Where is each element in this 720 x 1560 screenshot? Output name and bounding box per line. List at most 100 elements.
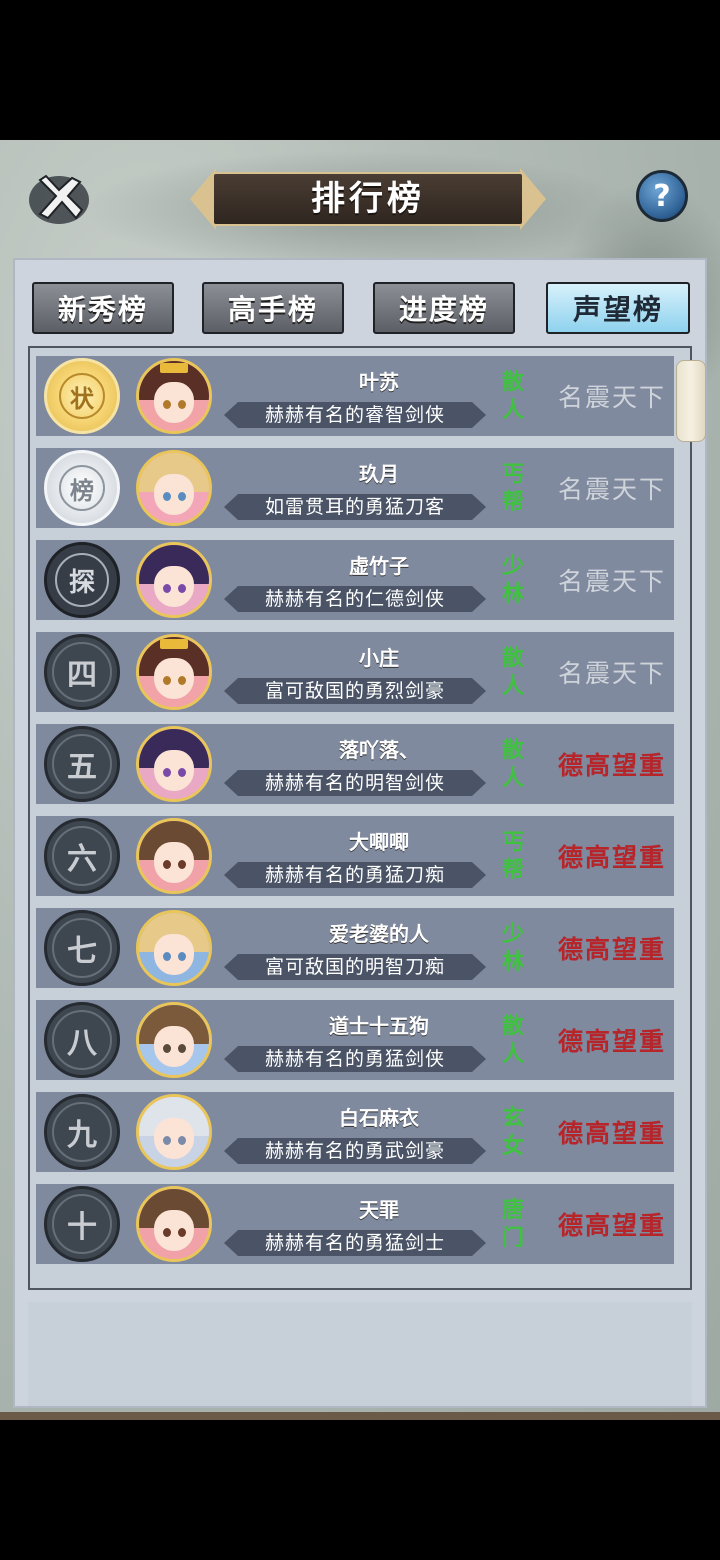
- player-name: 天罪: [359, 1198, 399, 1222]
- player-name: 虚竹子: [349, 554, 409, 578]
- player-title: 赫赫有名的勇武剑豪: [264, 1140, 445, 1162]
- tab-newcomer[interactable]: 新秀榜: [32, 282, 174, 334]
- player-name: 大唧唧: [349, 830, 409, 854]
- close-button[interactable]: [26, 170, 92, 226]
- reputation-level: 德高望重: [557, 1119, 666, 1148]
- avatar-face: [154, 1210, 194, 1251]
- leaderboard-row[interactable]: 六 大唧唧 赫赫有名的勇猛刀痴 丐帮 德高望重: [36, 816, 674, 896]
- avatar[interactable]: [136, 634, 212, 710]
- leaderboard-row[interactable]: 四 小庄 富可敌国的勇烈剑豪 散人 名震天下: [36, 632, 674, 712]
- avatar[interactable]: [136, 1094, 212, 1170]
- avatar[interactable]: [136, 1002, 212, 1078]
- avatar[interactable]: [136, 818, 212, 894]
- avatar-eye: [162, 952, 171, 962]
- player-title-bar: 赫赫有名的勇武剑豪: [224, 1138, 486, 1164]
- rank-badge: 四: [44, 634, 120, 710]
- tab-master[interactable]: 高手榜: [202, 282, 344, 334]
- bottom-edge: [0, 1412, 720, 1420]
- avatar[interactable]: [136, 910, 212, 986]
- page-title-banner: 排行榜: [190, 168, 546, 230]
- reputation-level: 名震天下: [557, 383, 666, 412]
- rank-badge: 探: [44, 542, 120, 618]
- player-sect: 丐帮: [501, 461, 524, 515]
- player-name: 玖月: [359, 462, 399, 486]
- player-title: 赫赫有名的明智剑侠: [264, 772, 445, 794]
- avatar-eye: [162, 676, 171, 686]
- scrollbar-thumb[interactable]: [676, 360, 706, 442]
- avatar-face: [154, 474, 194, 515]
- reputation-level: 德高望重: [557, 751, 666, 780]
- avatar-eye: [162, 1228, 171, 1238]
- player-name: 小庄: [359, 646, 399, 670]
- reputation-level: 名震天下: [557, 659, 666, 688]
- avatar-crown: [160, 639, 188, 649]
- leaderboard-row[interactable]: 探 虚竹子 赫赫有名的仁德剑侠 少林 名震天下: [36, 540, 674, 620]
- player-title: 赫赫有名的勇猛刀痴: [264, 864, 445, 886]
- leaderboard-row[interactable]: 七 爱老婆的人 富可敌国的明智刀痴 少林 德高望重: [36, 908, 674, 988]
- avatar-eye: [162, 492, 171, 502]
- my-rank-frame: [28, 1302, 692, 1406]
- rank-badge: 九: [44, 1094, 120, 1170]
- player-title-bar: 赫赫有名的勇猛剑侠: [224, 1046, 486, 1072]
- player-sect: 丐帮: [501, 829, 524, 883]
- tab-reputation[interactable]: 声望榜: [546, 282, 690, 334]
- player-title-bar: 富可敌国的明智刀痴: [224, 954, 486, 980]
- avatar-face: [154, 566, 194, 607]
- avatar-eye: [162, 584, 171, 594]
- player-title-bar: 赫赫有名的睿智剑侠: [224, 402, 486, 428]
- page-title: 排行榜: [311, 179, 425, 219]
- avatar-face: [154, 934, 194, 975]
- avatar-face: [154, 842, 194, 883]
- player-sect: 散人: [501, 737, 524, 791]
- rank-badge: 七: [44, 910, 120, 986]
- avatar[interactable]: [136, 358, 212, 434]
- avatar-eye: [162, 860, 171, 870]
- help-button[interactable]: ?: [636, 170, 688, 222]
- player-name: 叶苏: [359, 370, 399, 394]
- player-sect: 少林: [501, 553, 524, 607]
- avatar-eye: [162, 400, 171, 410]
- rank-badge: 五: [44, 726, 120, 802]
- reputation-level: 德高望重: [557, 843, 666, 872]
- avatar-face: [154, 1118, 194, 1159]
- avatar[interactable]: [136, 450, 212, 526]
- avatar[interactable]: [136, 542, 212, 618]
- leaderboard-tabs: 新秀榜 高手榜 进度榜 声望榜: [32, 282, 692, 334]
- player-name: 白石麻衣: [339, 1106, 419, 1130]
- tab-progress[interactable]: 进度榜: [373, 282, 515, 334]
- rank-badge: 状: [44, 358, 120, 434]
- player-title: 如雷贯耳的勇猛刀客: [264, 496, 445, 518]
- leaderboard-row[interactable]: 五 落吖落、 赫赫有名的明智剑侠 散人 德高望重: [36, 724, 674, 804]
- player-name: 爱老婆的人: [329, 922, 429, 946]
- avatar[interactable]: [136, 1186, 212, 1262]
- question-icon: ?: [653, 178, 671, 214]
- rank-badge: 十: [44, 1186, 120, 1262]
- leaderboard-row[interactable]: 八 道士十五狗 赫赫有名的勇猛剑侠 散人 德高望重: [36, 1000, 674, 1080]
- avatar[interactable]: [136, 726, 212, 802]
- player-title: 富可敌国的勇烈剑豪: [264, 680, 445, 702]
- player-name: 道士十五狗: [329, 1014, 429, 1038]
- leaderboard-row[interactable]: 九 白石麻衣 赫赫有名的勇武剑豪 玄女 德高望重: [36, 1092, 674, 1172]
- avatar-face: [154, 382, 194, 423]
- player-sect: 少林: [501, 921, 524, 975]
- player-title-bar: 赫赫有名的勇猛剑士: [224, 1230, 486, 1256]
- player-title: 赫赫有名的仁德剑侠: [264, 588, 445, 610]
- leaderboard-row[interactable]: 榜 玖月 如雷贯耳的勇猛刀客 丐帮 名震天下: [36, 448, 674, 528]
- avatar-eye: [162, 768, 171, 778]
- reputation-level: 名震天下: [557, 567, 666, 596]
- close-icon: [29, 174, 89, 224]
- player-sect: 散人: [501, 645, 524, 699]
- player-title-bar: 如雷贯耳的勇猛刀客: [224, 494, 486, 520]
- player-sect: 唐门: [501, 1197, 524, 1251]
- reputation-level: 德高望重: [557, 1211, 666, 1240]
- rank-badge: 八: [44, 1002, 120, 1078]
- avatar-face: [154, 750, 194, 791]
- player-title-bar: 赫赫有名的仁德剑侠: [224, 586, 486, 612]
- avatar-eye: [162, 1044, 171, 1054]
- avatar-face: [154, 658, 194, 699]
- player-title: 赫赫有名的勇猛剑士: [264, 1232, 445, 1254]
- leaderboard-row[interactable]: 状 叶苏 赫赫有名的睿智剑侠 散人 名震天下: [36, 356, 674, 436]
- leaderboard-row[interactable]: 十 天罪 赫赫有名的勇猛剑士 唐门 德高望重: [36, 1184, 674, 1264]
- reputation-level: 德高望重: [557, 935, 666, 964]
- player-title-bar: 赫赫有名的勇猛刀痴: [224, 862, 486, 888]
